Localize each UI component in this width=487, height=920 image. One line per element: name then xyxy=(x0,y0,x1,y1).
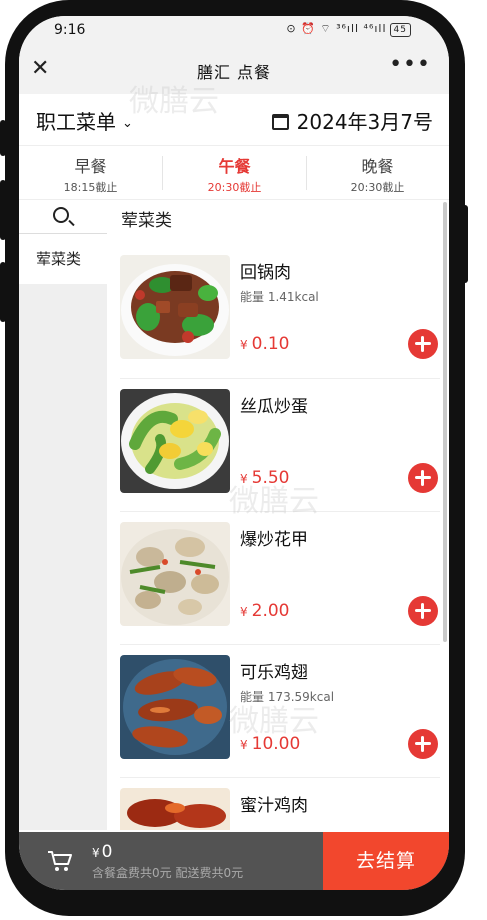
dish-name: 可乐鸡翅 xyxy=(240,663,308,683)
cart-fees: 含餐盒费共0元 配送费共0元 xyxy=(92,866,244,880)
tab-breakfast[interactable]: 早餐 18:15截止 xyxy=(19,146,162,200)
menu-bar: 职工菜单 ⌄ 2024年3月7号 xyxy=(19,94,449,146)
dish-image xyxy=(120,788,230,830)
category-sidebar: 荤菜类 xyxy=(19,200,107,830)
dish-price: ¥0.10 xyxy=(240,334,290,354)
signal-icons: ⊙ ⏰ ⌔ ³⁶ıll ⁴⁶ıll xyxy=(286,22,387,35)
menu-selector[interactable]: 职工菜单 ⌄ xyxy=(36,106,133,135)
currency-symbol: ¥ xyxy=(240,472,248,486)
divider xyxy=(120,644,440,645)
list-item[interactable]: 回锅肉 能量 1.41kcal ¥0.10 xyxy=(120,255,438,377)
chevron-down-icon: ⌄ xyxy=(122,116,133,131)
divider xyxy=(120,378,440,379)
dish-price-value: 10.00 xyxy=(251,734,301,754)
list-item[interactable]: 爆炒花甲 ¥2.00 xyxy=(120,522,438,644)
dish-energy: 能量 1.41kcal xyxy=(240,290,319,304)
meal-tabs: 早餐 18:15截止 午餐 20:30截止 晚餐 20:30截止 xyxy=(19,146,449,200)
more-icon[interactable]: ••• xyxy=(389,52,431,77)
dish-list: 荤菜类 回锅肉 能量 1.41kcal ¥ 0.10 丝瓜炒蛋 ¥ 5.50 爆… xyxy=(107,200,449,830)
calendar-icon xyxy=(271,114,289,130)
dish-name: 蜜汁鸡肉 xyxy=(240,796,308,816)
phone-volume-up xyxy=(0,180,6,240)
dish-name: 回锅肉 xyxy=(240,263,291,283)
phone-side-button xyxy=(0,120,6,156)
dish-image xyxy=(120,522,230,626)
status-time: 9:16 xyxy=(54,22,86,38)
status-icons: ⊙ ⏰ ⌔ ³⁶ıll ⁴⁶ıll 45 xyxy=(286,22,411,37)
tab-breakfast-label: 早餐 xyxy=(74,157,107,176)
currency-symbol: ¥ xyxy=(92,846,100,860)
dish-name: 爆炒花甲 xyxy=(240,530,308,550)
section-title: 荤菜类 xyxy=(121,211,172,231)
list-item[interactable]: 可乐鸡翅 能量 173.59kcal ¥10.00 xyxy=(120,655,438,777)
currency-symbol: ¥ xyxy=(240,738,248,752)
search-icon xyxy=(53,207,69,223)
search-button[interactable] xyxy=(19,200,107,234)
dish-energy: 能量 173.59kcal xyxy=(240,690,335,704)
tab-dinner-cutoff: 20:30截止 xyxy=(350,181,405,194)
phone-volume-down xyxy=(0,262,6,322)
list-item[interactable]: 蜜汁鸡肉 xyxy=(120,788,438,830)
phone-power-button xyxy=(462,205,468,283)
cart-total-value: 0 xyxy=(101,842,113,862)
dish-image xyxy=(120,389,230,493)
screen: 9:16 ⊙ ⏰ ⌔ ³⁶ıll ⁴⁶ıll 45 ✕ 膳汇 点餐 ••• 职工菜… xyxy=(19,16,449,890)
add-to-cart-button[interactable] xyxy=(408,329,438,359)
dish-price: ¥2.00 xyxy=(240,601,290,621)
status-bar: 9:16 ⊙ ⏰ ⌔ ³⁶ıll ⁴⁶ıll 45 xyxy=(19,16,449,46)
cart-total: ¥0 xyxy=(92,842,112,862)
menu-selector-label: 职工菜单 xyxy=(36,110,116,134)
dish-image xyxy=(120,255,230,359)
dish-image xyxy=(120,655,230,759)
sidebar-item-meat[interactable]: 荤菜类 xyxy=(19,234,107,284)
tab-lunch-cutoff: 20:30截止 xyxy=(207,181,262,194)
tab-dinner-label: 晚餐 xyxy=(361,157,394,176)
add-to-cart-button[interactable] xyxy=(408,729,438,759)
currency-symbol: ¥ xyxy=(240,605,248,619)
tab-dinner[interactable]: 晚餐 20:30截止 xyxy=(306,146,449,200)
add-to-cart-button[interactable] xyxy=(408,596,438,626)
dish-price-value: 5.50 xyxy=(251,468,290,488)
checkout-button[interactable]: 去结算 xyxy=(323,832,449,890)
add-to-cart-button[interactable] xyxy=(408,463,438,493)
dish-price-value: 0.10 xyxy=(251,334,290,354)
dish-price: ¥10.00 xyxy=(240,734,300,754)
dish-price-value: 2.00 xyxy=(251,601,290,621)
scrollbar[interactable] xyxy=(443,202,447,642)
tab-breakfast-cutoff: 18:15截止 xyxy=(63,181,118,194)
dish-name: 丝瓜炒蛋 xyxy=(240,397,308,417)
dish-price: ¥5.50 xyxy=(240,468,290,488)
list-item[interactable]: 丝瓜炒蛋 ¥5.50 xyxy=(120,389,438,511)
cart-bar: ¥0 含餐盒费共0元 配送费共0元 去结算 xyxy=(19,832,449,890)
battery-icon: 45 xyxy=(389,23,411,37)
tab-lunch-label: 午餐 xyxy=(218,157,251,176)
divider xyxy=(120,777,440,778)
date-picker[interactable]: 2024年3月7号 xyxy=(271,106,433,135)
tab-lunch[interactable]: 午餐 20:30截止 xyxy=(163,146,306,200)
page-title: 膳汇 点餐 xyxy=(196,63,272,82)
currency-symbol: ¥ xyxy=(240,338,248,352)
nav-bar: ✕ 膳汇 点餐 ••• xyxy=(19,46,449,94)
divider xyxy=(120,511,440,512)
cart-icon[interactable] xyxy=(47,850,73,872)
date-label: 2024年3月7号 xyxy=(296,110,433,134)
